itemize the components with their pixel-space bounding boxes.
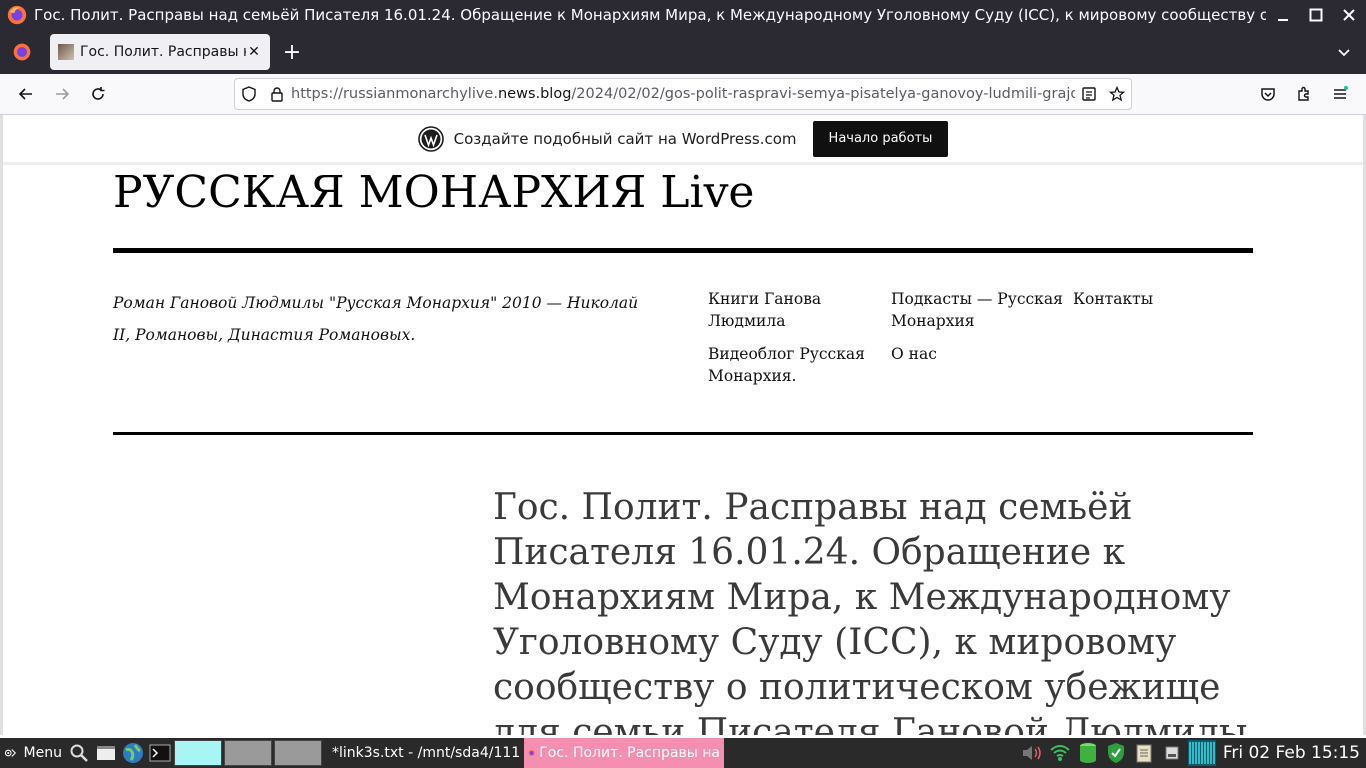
app-menu-icon[interactable] [1322, 78, 1358, 110]
reload-button[interactable] [80, 78, 116, 110]
search-icon[interactable] [66, 740, 92, 766]
post-title: Гос. Полит. Расправы над семьёй Писателя… [493, 487, 1248, 735]
extensions-icon[interactable] [1286, 78, 1322, 110]
url-bar[interactable]: https://russianmonarchylive.news.blog/20… [234, 78, 1132, 110]
forward-arrow-icon [56, 88, 70, 100]
tab-strip: Гос. Полит. Расправы на ✕ + [0, 30, 1366, 74]
header-divider [113, 248, 1253, 253]
taskbar: Menu *link3s.txt - /mnt/sda4/111 Гос. По… [0, 738, 1366, 768]
taskbar-item-text-editor[interactable]: *link3s.txt - /mnt/sda4/111 [324, 738, 524, 768]
tab-title: Гос. Полит. Расправы на [80, 44, 246, 60]
workspace-1[interactable] [174, 740, 222, 766]
clock[interactable]: Fri 02 Feb 15:15 [1223, 743, 1360, 763]
url-domain: news.blog [497, 86, 572, 102]
forward-button[interactable] [44, 78, 80, 110]
wordpress-promo-bar: Создайте подобный сайт на WordPress.com … [3, 115, 1363, 165]
navigation-toolbar: https://russianmonarchylive.news.blog/20… [0, 74, 1366, 115]
wordpress-promo-text: Создайте подобный сайт на WordPress.com [453, 129, 797, 148]
start-menu-label: Menu [23, 745, 62, 761]
url-path: /2024/02/02/gos-polit-raspravi-semya-pis… [571, 86, 1075, 102]
maximize-icon[interactable] [1304, 3, 1328, 27]
reader-view-icon[interactable] [1075, 86, 1103, 102]
clipboard-icon[interactable] [1131, 740, 1157, 766]
site-tagline: Роман Гановой Людмилы "Русская Монархия"… [113, 294, 639, 344]
firefox-view-button[interactable] [0, 30, 44, 74]
menu-item-videoblog[interactable]: Видеоблог Русская Монархия. [708, 343, 873, 387]
tab-active[interactable]: Гос. Полит. Расправы на ✕ [50, 34, 270, 70]
taskbar-item-text-editor-label: *link3s.txt - /mnt/sda4/111 [332, 745, 521, 761]
tab-close-icon[interactable]: ✕ [246, 44, 262, 60]
back-arrow-icon [18, 88, 32, 100]
taskbar-item-firefox[interactable]: Гос. Полит. Расправы на [524, 738, 724, 768]
new-tab-button[interactable]: + [276, 36, 308, 68]
firewall-shield-icon[interactable] [1103, 740, 1129, 766]
web-browser-icon[interactable] [120, 740, 146, 766]
tracking-protection-icon[interactable] [235, 86, 263, 102]
menu-item-podcasts[interactable]: Подкасты — Русская Монархия [891, 288, 1071, 332]
menu-divider [113, 432, 1253, 435]
firefox-icon [13, 43, 31, 61]
list-all-tabs-icon[interactable] [1332, 40, 1356, 64]
get-started-button[interactable]: Начало работы [812, 120, 949, 157]
taskbar-item-firefox-label: Гос. Полит. Расправы на [539, 745, 720, 761]
window-title: Гос. Полит. Расправы над семьёй Писателя… [34, 6, 1266, 24]
menu-logo-icon [4, 749, 17, 757]
workspace-3[interactable] [274, 740, 322, 766]
back-button[interactable] [8, 78, 44, 110]
reload-icon [92, 87, 105, 100]
minimize-icon[interactable] [1271, 3, 1295, 27]
site-title[interactable]: РУССКАЯ МОНАРХИЯ Live [113, 167, 754, 218]
pocket-icon[interactable] [1250, 78, 1286, 110]
page-content: Создайте подобный сайт на WordPress.com … [0, 115, 1366, 735]
window-titlebar: Гос. Полит. Расправы над семьёй Писателя… [0, 0, 1366, 30]
system-tray: Fri 02 Feb 15:15 [1019, 738, 1366, 768]
volume-icon[interactable] [1019, 740, 1045, 766]
start-menu-button[interactable]: Menu [0, 744, 66, 762]
bookmark-star-icon[interactable] [1103, 86, 1131, 102]
menu-item-books[interactable]: Книги Ганова Людмила [708, 288, 858, 332]
terminal-icon[interactable] [147, 740, 173, 766]
close-icon[interactable] [1337, 3, 1361, 27]
lock-icon[interactable] [263, 86, 291, 102]
wifi-icon[interactable] [1047, 740, 1073, 766]
storage-icon[interactable] [1075, 740, 1101, 766]
url-prefix: https://russianmonarchylive. [291, 86, 498, 102]
firefox-icon [528, 749, 535, 757]
firefox-icon [7, 5, 27, 25]
tab-favicon [58, 44, 74, 60]
drive-mount-icon[interactable] [1159, 740, 1185, 766]
workspace-2[interactable] [224, 740, 272, 766]
network-monitor-icon[interactable] [1187, 740, 1217, 766]
wordpress-logo-icon [417, 125, 444, 152]
url-text[interactable]: https://russianmonarchylive.news.blog/20… [291, 86, 1075, 102]
menu-item-about[interactable]: О нас [891, 343, 1041, 365]
menu-item-contacts[interactable]: Контакты [1073, 288, 1193, 310]
file-manager-icon[interactable] [93, 740, 119, 766]
